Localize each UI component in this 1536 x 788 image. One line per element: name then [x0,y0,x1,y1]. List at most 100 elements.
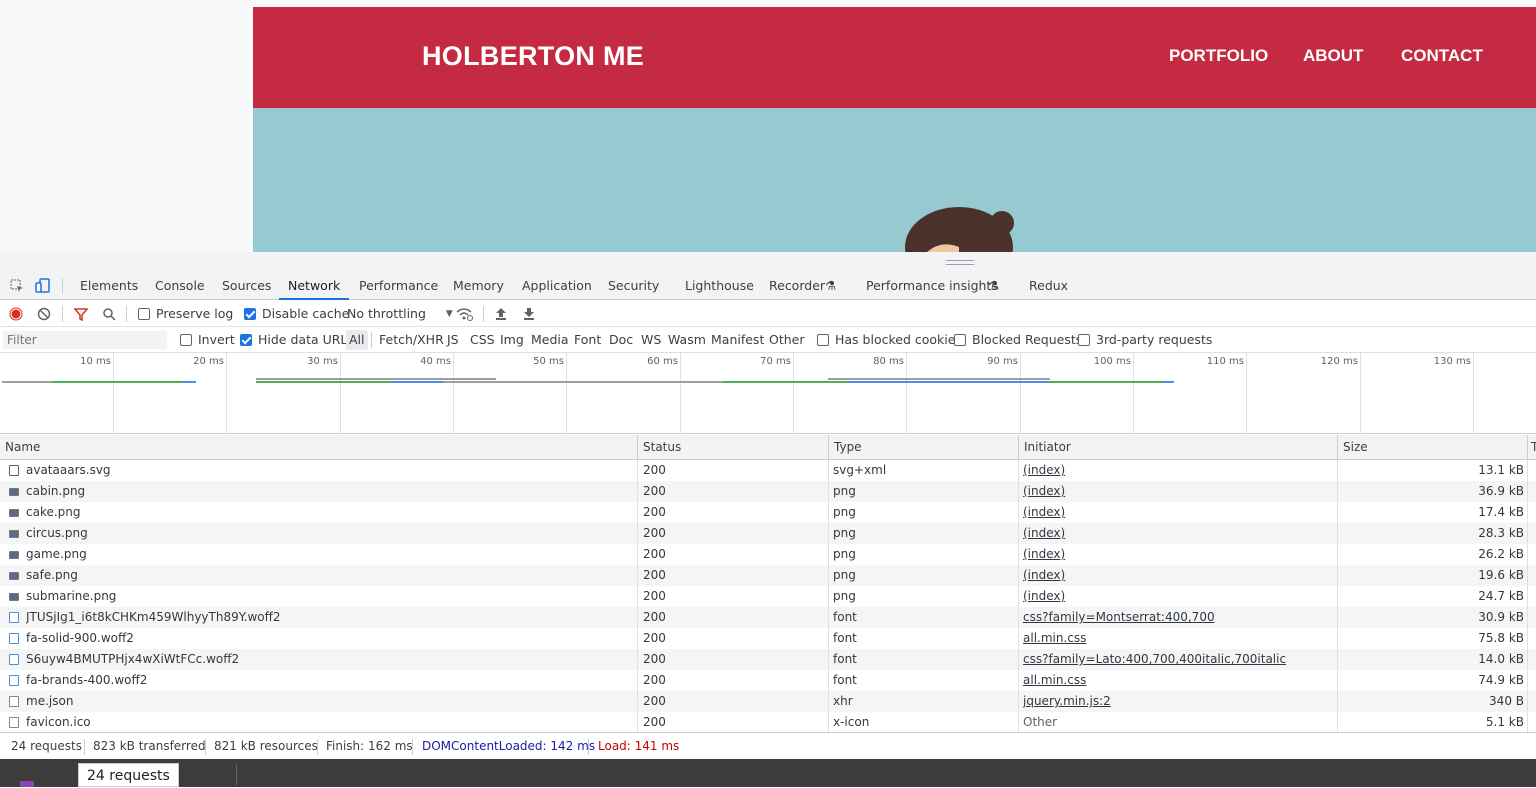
font-file-icon [9,654,19,665]
tab-recorder[interactable]: Recorder [769,272,825,300]
table-row[interactable]: cake.png 200 png (index) 17.4 kB [0,502,1536,523]
tab-performance[interactable]: Performance [359,272,438,300]
table-row[interactable]: JTUSjIg1_i6t8kCHKm459WlhyyTh89Y.woff2 200… [0,607,1536,628]
cell-name: circus.png [26,526,88,540]
tab-network[interactable]: Network [279,272,350,300]
import-har-icon[interactable] [494,300,508,327]
cell-initiator[interactable]: all.min.css [1023,628,1333,649]
invert-label: Invert [198,332,235,347]
search-icon[interactable] [102,300,116,327]
cell-size: 340 B [1489,694,1524,708]
export-har-icon[interactable] [522,300,536,327]
filter-input[interactable] [3,331,167,349]
cell-initiator[interactable]: css?family=Montserrat:400,700 [1023,607,1333,628]
table-row[interactable]: circus.png 200 png (index) 28.3 kB [0,523,1536,544]
cell-name: me.json [26,694,74,708]
tab-lighthouse[interactable]: Lighthouse [685,272,754,300]
col-time-partial[interactable]: T [1528,435,1536,460]
cell-status: 200 [643,610,666,624]
filter-type-fetch-xhr[interactable]: Fetch/XHR [379,327,444,353]
cell-type: png [833,526,856,540]
hide-data-urls-checkbox[interactable]: Hide data URLs [240,327,354,353]
cell-initiator[interactable]: (index) [1023,523,1333,544]
filter-type-js[interactable]: JS [447,327,459,353]
throttling-select[interactable]: No throttling ▼ [347,300,453,327]
tab-console[interactable]: Console [155,272,205,300]
cell-initiator[interactable]: jquery.min.js:2 [1023,691,1333,712]
blocked-requests-label: Blocked Requests [972,332,1083,347]
app-icon[interactable] [20,781,34,787]
table-row[interactable]: fa-brands-400.woff2 200 font all.min.css 74.… [0,670,1536,691]
cell-initiator[interactable]: (index) [1023,544,1333,565]
cell-initiator[interactable]: (index) [1023,502,1333,523]
filter-type-font[interactable]: Font [574,327,601,353]
filter-type-all[interactable]: All [346,330,368,350]
table-row[interactable]: me.json 200 xhr jquery.min.js:2 340 B [0,691,1536,712]
blocked-requests-checkbox[interactable]: Blocked Requests [954,327,1082,353]
nav-about[interactable]: ABOUT [1303,46,1363,66]
filter-icon[interactable] [74,300,88,327]
filter-type-doc[interactable]: Doc [609,327,633,353]
tab-sources[interactable]: Sources [222,272,271,300]
site-logo[interactable]: HOLBERTON ME [422,41,644,72]
filter-type-img[interactable]: Img [500,327,524,353]
network-summary-bar: 24 requests 823 kB transferred 821 kB re… [0,732,1536,759]
doc-file-icon [9,717,19,728]
filter-type-css[interactable]: CSS [470,327,495,353]
nav-contact[interactable]: CONTACT [1401,46,1483,66]
cell-initiator[interactable]: (index) [1023,586,1333,607]
cell-status: 200 [643,652,666,666]
tab-security[interactable]: Security [608,272,659,300]
cell-initiator[interactable]: (index) [1023,481,1333,502]
network-overview-timeline[interactable]: 10 ms 20 ms 30 ms 40 ms 50 ms 60 ms 70 m… [0,353,1536,434]
cell-initiator[interactable]: css?family=Lato:400,700,400italic,700ita… [1023,649,1333,670]
table-row[interactable]: game.png 200 png (index) 26.2 kB [0,544,1536,565]
tab-application[interactable]: Application [522,272,592,300]
cell-initiator[interactable]: (index) [1023,460,1333,481]
col-name[interactable]: Name [0,435,638,460]
has-blocked-cookies-checkbox[interactable]: Has blocked cookies [817,327,962,353]
cell-type: x-icon [833,715,870,729]
table-row[interactable]: avataaars.svg 200 svg+xml (index) 13.1 kB [0,460,1536,481]
nav-portfolio[interactable]: PORTFOLIO [1169,46,1268,66]
cell-initiator[interactable]: all.min.css [1023,670,1333,691]
timeline-tick: 60 ms [647,356,678,367]
col-type[interactable]: Type [829,435,1019,460]
network-conditions-icon[interactable] [456,300,474,327]
invert-checkbox[interactable]: Invert [180,327,235,353]
cell-name: cake.png [26,505,81,519]
filter-type-other[interactable]: Other [769,327,805,353]
table-row[interactable]: fa-solid-900.woff2 200 font all.min.css 75.8… [0,628,1536,649]
tab-memory[interactable]: Memory [453,272,504,300]
table-row[interactable]: S6uyw4BMUTPHjx4wXiWtFCc.woff2 200 font css?… [0,649,1536,670]
col-initiator[interactable]: Initiator [1019,435,1338,460]
devtools-resize-handle[interactable] [0,252,1536,272]
tab-elements[interactable]: Elements [80,272,138,300]
timeline-tick: 70 ms [760,356,791,367]
table-row[interactable]: submarine.png 200 png (index) 24.7 kB [0,586,1536,607]
device-toolbar-icon[interactable] [31,272,55,300]
tab-redux[interactable]: Redux [1029,272,1068,300]
col-status[interactable]: Status [638,435,829,460]
col-size[interactable]: Size [1338,435,1528,460]
record-button[interactable] [9,300,23,327]
cell-name: fa-solid-900.woff2 [26,631,134,645]
cell-initiator[interactable]: (index) [1023,565,1333,586]
preserve-log-checkbox[interactable]: Preserve log [138,300,233,327]
tab-performance-insights[interactable]: Performance insights [866,272,998,300]
filter-type-manifest[interactable]: Manifest [711,327,764,353]
inspect-element-icon[interactable] [5,272,29,300]
disable-cache-checkbox[interactable]: Disable cache [244,300,349,327]
filter-type-wasm[interactable]: Wasm [668,327,706,353]
filter-type-ws[interactable]: WS [641,327,661,353]
flask-icon: ⚗ [825,278,837,293]
clear-icon[interactable] [37,300,51,327]
table-row[interactable]: safe.png 200 png (index) 19.6 kB [0,565,1536,586]
table-row[interactable]: cabin.png 200 png (index) 36.9 kB [0,481,1536,502]
page-viewport: HOLBERTON ME PORTFOLIO ABOUT CONTACT [0,0,1536,252]
summary-transferred: 823 kB transferred [93,739,206,753]
table-row[interactable]: favicon.ico 200 x-icon Other 5.1 kB [0,712,1536,733]
summary-resources: 821 kB resources [214,739,318,753]
third-party-checkbox[interactable]: 3rd-party requests [1078,327,1212,353]
filter-type-media[interactable]: Media [531,327,569,353]
